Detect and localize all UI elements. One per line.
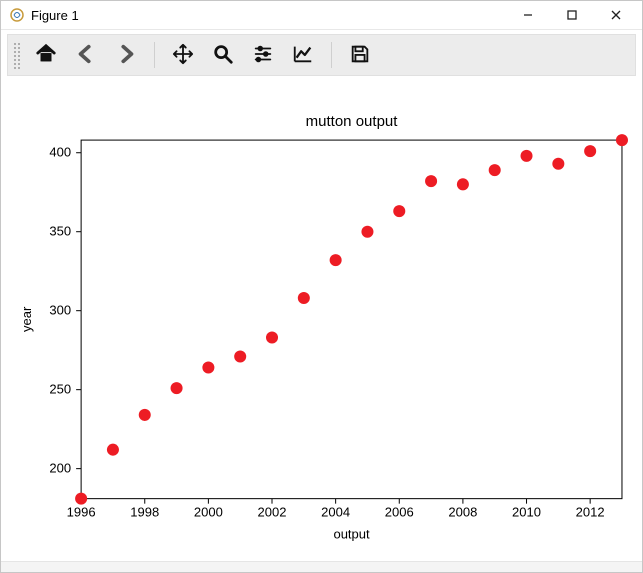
y-tick-label: 300 [49,303,71,318]
chart-title: mutton output [306,113,399,130]
toolbar-container [1,30,642,80]
edit-plot-button[interactable] [285,39,321,71]
home-icon [35,43,57,68]
x-tick-label: 2000 [194,505,223,520]
statusbar [1,561,642,572]
toolbar-separator [154,42,155,68]
sliders-icon [252,43,274,68]
x-tick-label: 2004 [321,505,350,520]
plot-canvas[interactable]: 1996 1998 2000 2002 2004 2006 2008 2010 2012 200 2… [1,80,642,561]
data-point [425,175,437,187]
data-point [298,292,310,304]
data-point [361,226,373,238]
y-tick-label: 400 [49,145,71,160]
arrow-right-icon [115,43,137,68]
data-point [139,409,151,421]
app-window: Figure 1 [0,0,643,573]
save-button[interactable] [342,39,378,71]
data-point [75,493,87,505]
x-tick-label: 1996 [67,505,96,520]
toolbar [7,34,636,76]
forward-button[interactable] [108,39,144,71]
configure-subplots-button[interactable] [245,39,281,71]
data-point [584,145,596,157]
data-point [330,254,342,266]
pan-button[interactable] [165,39,201,71]
y-axis-label: year [19,306,34,332]
data-point [457,178,469,190]
data-point [552,158,564,170]
data-point [171,382,183,394]
home-button[interactable] [28,39,64,71]
toolbar-separator [331,42,332,68]
data-point [616,134,628,146]
search-icon [212,43,234,68]
data-point [521,150,533,162]
data-point [489,164,501,176]
move-icon [172,43,194,68]
minimize-button[interactable] [506,1,550,29]
x-tick-label: 2002 [258,505,287,520]
y-tick-label: 250 [49,382,71,397]
x-tick-label: 1998 [130,505,159,520]
data-point [393,205,405,217]
back-button[interactable] [68,39,104,71]
x-tick-label: 2010 [512,505,541,520]
x-tick-label: 2006 [385,505,414,520]
x-tick-label: 2012 [576,505,605,520]
window-title: Figure 1 [31,8,79,23]
axes-frame [81,140,622,499]
line-chart-icon [292,43,314,68]
toolbar-grip [12,41,20,69]
data-point [234,350,246,362]
chart-svg: 1996 1998 2000 2002 2004 2006 2008 2010 2012 200 2… [1,80,642,561]
zoom-button[interactable] [205,39,241,71]
data-point [202,362,214,374]
app-icon [9,7,25,23]
x-axis-label: output [333,527,370,542]
x-tick-label: 2008 [448,505,477,520]
data-point [107,444,119,456]
y-tick-label: 200 [49,461,71,476]
arrow-left-icon [75,43,97,68]
y-tick-label: 350 [49,224,71,239]
data-point [266,332,278,344]
save-icon [349,43,371,68]
titlebar: Figure 1 [1,1,642,30]
maximize-button[interactable] [550,1,594,29]
close-button[interactable] [594,1,638,29]
